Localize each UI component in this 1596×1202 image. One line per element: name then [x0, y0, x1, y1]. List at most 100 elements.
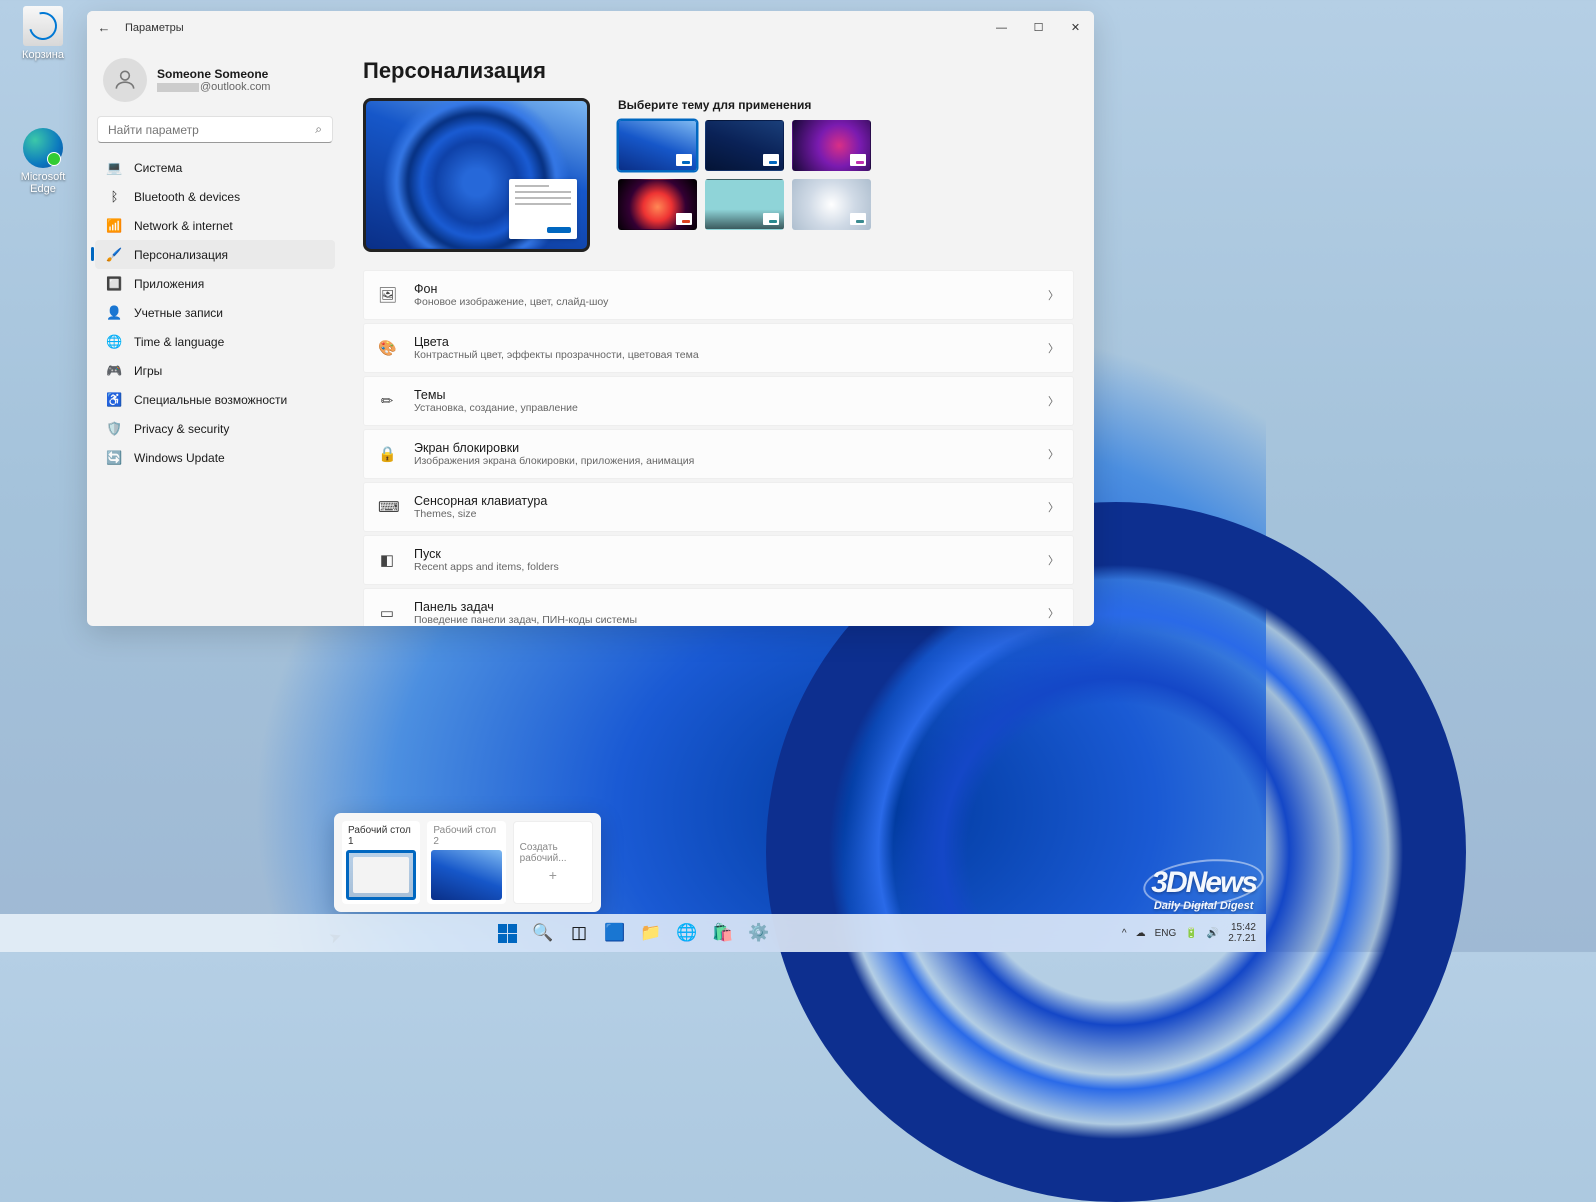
sidebar-item-1[interactable]: ᛒ Bluetooth & devices: [95, 182, 335, 211]
row-icon: 🔒: [378, 445, 396, 463]
sidebar-item-5[interactable]: 👤Учетные записи: [95, 298, 335, 327]
volume-icon[interactable]: 🔊: [1207, 928, 1219, 939]
watermark-logo: 3DNews Daily Digital Digest: [1151, 866, 1256, 912]
theme-option-4[interactable]: [618, 179, 697, 230]
theme-option-5[interactable]: [705, 179, 784, 230]
desktop-icon-recycle[interactable]: Корзина: [8, 6, 78, 61]
nav-icon: 🔄: [107, 450, 122, 465]
back-button[interactable]: ←: [93, 17, 115, 39]
taskbar: 🔍 ◫ 🟦 📁 🌐 🛍️ ⚙️ ^ ☁ ENG 🔋 🔊 15:42 2.7.21: [0, 914, 1266, 952]
row-title: Пуск: [414, 547, 1030, 561]
nav-icon: 👤: [107, 305, 122, 320]
setting-row-3[interactable]: 🔒 Экран блокировки Изображения экрана бл…: [363, 429, 1074, 479]
chevron-right-icon: 〉: [1048, 393, 1059, 409]
chevron-right-icon: 〉: [1048, 499, 1059, 515]
theme-option-1[interactable]: [618, 120, 697, 171]
new-desktop-button[interactable]: Создать рабочий... +: [513, 821, 593, 904]
titlebar: ← Параметры — ☐ ✕: [87, 11, 1094, 44]
sidebar-item-label: Windows Update: [134, 451, 225, 465]
theme-option-2[interactable]: [705, 120, 784, 171]
sidebar-item-label: Time & language: [134, 335, 224, 349]
nav-icon: 🌐: [107, 334, 122, 349]
user-name: Someone Someone: [157, 67, 270, 81]
chevron-right-icon: 〉: [1048, 605, 1059, 621]
nav-icon: 💻: [107, 160, 122, 175]
tray-lang[interactable]: ENG: [1155, 928, 1177, 939]
sidebar-item-6[interactable]: 🌐 Time & language: [95, 327, 335, 356]
page-title: Персонализация: [363, 58, 1074, 84]
close-button[interactable]: ✕: [1057, 11, 1094, 44]
explorer-button[interactable]: 📁: [635, 917, 667, 949]
row-subtitle: Изображения экрана блокировки, приложени…: [414, 455, 1030, 467]
desktop-preview[interactable]: [363, 98, 590, 252]
themes-heading: Выберите тему для применения: [618, 98, 871, 112]
sidebar-item-label: Приложения: [134, 277, 204, 291]
nav-icon: 🎮: [107, 363, 122, 378]
tray-expand-icon[interactable]: ^: [1122, 928, 1127, 939]
search-button[interactable]: 🔍: [527, 917, 559, 949]
setting-row-5[interactable]: ◧ Пуск Recent apps and items, folders 〉: [363, 535, 1074, 585]
search-input[interactable]: [108, 123, 315, 137]
desktop-icon-edge[interactable]: Microsoft Edge: [8, 128, 78, 195]
nav-icon: 🖌️: [107, 247, 122, 262]
row-title: Фон: [414, 282, 1030, 296]
setting-row-4[interactable]: ⌨ Сенсорная клавиатура Themes, size 〉: [363, 482, 1074, 532]
plus-icon: +: [549, 867, 557, 883]
start-button[interactable]: [491, 917, 523, 949]
nav-icon: 🛡️: [107, 421, 122, 436]
sidebar-item-8[interactable]: ♿Специальные возможности: [95, 385, 335, 414]
settings-window: ← Параметры — ☐ ✕ Someone Someone @outlo…: [87, 11, 1094, 626]
setting-row-1[interactable]: 🎨 Цвета Контрастный цвет, эффекты прозра…: [363, 323, 1074, 373]
sidebar-item-label: Персонализация: [134, 248, 228, 262]
system-tray[interactable]: ^ ☁ ENG 🔋 🔊 15:42 2.7.21: [1122, 922, 1266, 944]
virtual-desktop-1[interactable]: Рабочий стол 1: [342, 821, 420, 904]
chevron-right-icon: 〉: [1048, 287, 1059, 303]
recycle-bin-icon: [23, 6, 63, 46]
row-subtitle: Контрастный цвет, эффекты прозрачности, …: [414, 349, 1030, 361]
user-email: @outlook.com: [157, 81, 270, 93]
setting-row-0[interactable]: 🖼 Фон Фоновое изображение, цвет, слайд-ш…: [363, 270, 1074, 320]
store-button[interactable]: 🛍️: [707, 917, 739, 949]
nav-icon: ᛒ: [107, 189, 122, 204]
row-icon: ✏: [378, 392, 396, 410]
row-title: Сенсорная клавиатура: [414, 494, 1030, 508]
clock[interactable]: 15:42 2.7.21: [1228, 922, 1256, 944]
setting-row-6[interactable]: ▭ Панель задач Поведение панели задач, П…: [363, 588, 1074, 626]
settings-button[interactable]: ⚙️: [743, 917, 775, 949]
sidebar-item-3[interactable]: 🖌️ Персонализация: [95, 240, 335, 269]
row-subtitle: Установка, создание, управление: [414, 402, 1030, 414]
row-title: Цвета: [414, 335, 1030, 349]
battery-icon[interactable]: 🔋: [1185, 928, 1197, 939]
taskview-button[interactable]: ◫: [563, 917, 595, 949]
theme-option-3[interactable]: [792, 120, 871, 171]
sidebar-item-label: Система: [134, 161, 182, 175]
user-account-block[interactable]: Someone Someone @outlook.com: [91, 54, 339, 112]
row-icon: 🎨: [378, 339, 396, 357]
sidebar-item-7[interactable]: 🎮Игры: [95, 356, 335, 385]
sidebar-item-label: Network & internet: [134, 219, 233, 233]
row-subtitle: Themes, size: [414, 508, 1030, 520]
row-subtitle: Фоновое изображение, цвет, слайд-шоу: [414, 296, 1030, 308]
minimize-button[interactable]: —: [983, 11, 1020, 44]
virtual-desktop-2[interactable]: Рабочий стол 2: [427, 821, 505, 904]
chevron-right-icon: 〉: [1048, 552, 1059, 568]
sidebar-item-4[interactable]: 🔲Приложения: [95, 269, 335, 298]
setting-row-2[interactable]: ✏ Темы Установка, создание, управление 〉: [363, 376, 1074, 426]
row-subtitle: Recent apps and items, folders: [414, 561, 1030, 573]
main-content: Персонализация Выберите тему для примене…: [343, 44, 1094, 626]
widgets-button[interactable]: 🟦: [599, 917, 631, 949]
onedrive-icon[interactable]: ☁: [1136, 928, 1146, 939]
sidebar-item-0[interactable]: 💻 Система: [95, 153, 335, 182]
sidebar-item-9[interactable]: 🛡️Privacy & security: [95, 414, 335, 443]
sidebar-item-10[interactable]: 🔄 Windows Update: [95, 443, 335, 472]
search-box[interactable]: ⌕: [97, 116, 333, 143]
edge-icon: [23, 128, 63, 168]
sidebar-item-label: Bluetooth & devices: [134, 190, 240, 204]
theme-option-6[interactable]: [792, 179, 871, 230]
row-icon: ▭: [378, 604, 396, 622]
sidebar-item-2[interactable]: 📶Network & internet: [95, 211, 335, 240]
maximize-button[interactable]: ☐: [1020, 11, 1057, 44]
taskview-popup: Рабочий стол 1 Рабочий стол 2 Создать ра…: [334, 813, 601, 912]
edge-button[interactable]: 🌐: [671, 917, 703, 949]
row-icon: ⌨: [378, 498, 396, 516]
